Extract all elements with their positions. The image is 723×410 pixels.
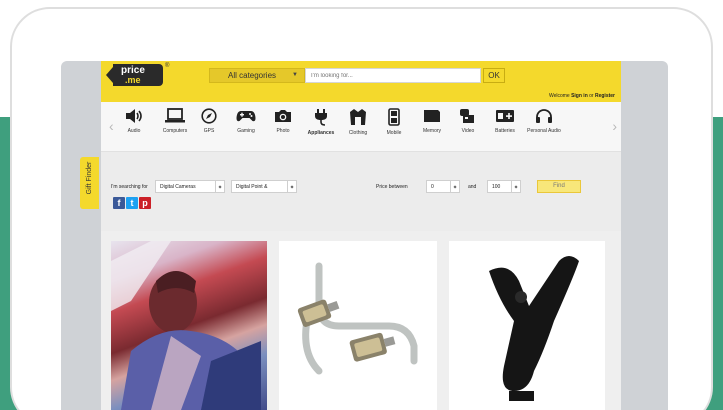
product-card-vga-cable[interactable] xyxy=(279,241,437,410)
battery-charger-icon xyxy=(496,110,514,122)
search-input[interactable] xyxy=(305,68,481,83)
product-card-microphone-mount[interactable] xyxy=(449,241,605,410)
searching-for-label: I'm searching for xyxy=(111,184,148,190)
and-label: and xyxy=(468,184,477,190)
camera-icon xyxy=(275,110,291,122)
category-label: Appliances xyxy=(307,130,335,136)
twitter-icon[interactable]: t xyxy=(126,197,138,209)
welcome-bar: Welcome Sign in or Register xyxy=(549,93,615,99)
priceme-page: price .me ® All categories ▼ OK Welcome … xyxy=(80,61,621,410)
logo-text-me: .me xyxy=(125,75,141,85)
chevron-right-icon[interactable]: › xyxy=(612,118,617,134)
vga-cable-image xyxy=(297,262,418,375)
category-audio[interactable]: Audio xyxy=(115,108,153,134)
header-subbar xyxy=(101,90,621,102)
category-label: GPS xyxy=(203,128,215,134)
category-label: Video xyxy=(461,128,475,134)
price-min-dropdown[interactable]: 0 ◆ xyxy=(426,180,460,193)
video-camera-icon xyxy=(460,109,474,123)
price-max-value: 100 xyxy=(492,184,501,190)
mobile-phone-icon xyxy=(388,108,400,126)
welcome-text: Welcome xyxy=(548,93,570,99)
category-dropdown-value: Digital Cameras xyxy=(160,184,196,190)
sign-in-link[interactable]: Sign in xyxy=(571,93,588,99)
facebook-icon[interactable]: f xyxy=(113,197,125,209)
register-link[interactable]: Register xyxy=(595,93,615,99)
category-gaming[interactable]: Gaming xyxy=(227,108,265,134)
product-card-fashion-photo[interactable] xyxy=(111,241,267,410)
category-select-value: All categories xyxy=(228,71,277,80)
price-between-label: Price between xyxy=(376,184,408,190)
category-photo[interactable]: Photo xyxy=(264,108,302,134)
chevron-left-icon[interactable]: ‹ xyxy=(109,118,114,134)
category-clothing[interactable]: Clothing xyxy=(339,108,377,136)
chevron-down-icon: ▼ xyxy=(292,72,298,78)
speaker-icon xyxy=(126,109,142,123)
category-dropdown[interactable]: Digital Cameras ◆ xyxy=(155,180,225,193)
chevron-updown-icon: ◆ xyxy=(511,181,520,192)
jacket-icon xyxy=(350,109,366,125)
category-mobile[interactable]: Mobile xyxy=(375,108,413,136)
gamepad-icon xyxy=(236,111,256,122)
browser-screen: price .me ® All categories ▼ OK Welcome … xyxy=(61,61,668,410)
category-gps[interactable]: GPS xyxy=(190,108,228,134)
chevron-updown-icon: ◆ xyxy=(215,181,224,192)
category-select[interactable]: All categories ▼ xyxy=(209,68,305,83)
category-appliances[interactable]: Appliances xyxy=(302,108,340,136)
or-text: or xyxy=(589,93,594,99)
chevron-updown-icon: ◆ xyxy=(450,181,459,192)
search-ok-button[interactable]: OK xyxy=(483,68,505,83)
category-memory[interactable]: Memory xyxy=(413,108,451,134)
gift-finder-tab[interactable]: Gift Finder xyxy=(80,157,99,209)
category-label: Gaming xyxy=(237,128,255,134)
pinterest-icon[interactable]: p xyxy=(139,197,151,209)
category-video[interactable]: Video xyxy=(449,108,487,134)
gift-finder-label: Gift Finder xyxy=(86,161,93,195)
chevron-updown-icon: ◆ xyxy=(287,181,296,192)
category-label: Memory xyxy=(422,128,442,134)
category-label: Batteries xyxy=(495,128,515,134)
gift-finder-panel: Gift Finder I'm searching for Digital Ca… xyxy=(80,152,621,231)
category-label: Clothing xyxy=(348,130,368,136)
registered-mark: ® xyxy=(165,63,170,69)
plug-icon xyxy=(315,109,327,126)
headphones-icon xyxy=(536,109,552,123)
category-personal-audio[interactable]: Personal Audio xyxy=(525,108,563,134)
category-label: Computers xyxy=(162,128,188,134)
microphone-mount-image xyxy=(489,256,579,401)
subcategory-dropdown[interactable]: Digital Point & ◆ xyxy=(231,180,297,193)
laptop-icon xyxy=(165,108,185,123)
category-label: Audio xyxy=(127,128,141,134)
category-batteries[interactable]: Batteries xyxy=(486,108,524,134)
category-nav: ‹ Audio Computers GPS Gaming Photo Appli… xyxy=(101,102,621,152)
subcategory-dropdown-value: Digital Point & xyxy=(236,184,268,190)
category-label: Photo xyxy=(276,128,290,134)
fashion-photo-image xyxy=(111,241,261,410)
category-label: Mobile xyxy=(386,130,402,136)
top-bar: price .me ® All categories ▼ OK xyxy=(101,61,621,90)
priceme-logo[interactable]: price .me xyxy=(106,64,163,86)
find-button[interactable]: Find xyxy=(537,180,581,193)
category-label: Personal Audio xyxy=(527,128,561,134)
price-max-dropdown[interactable]: 100 ◆ xyxy=(487,180,521,193)
memory-card-icon xyxy=(424,110,440,122)
price-min-value: 0 xyxy=(431,184,434,190)
compass-icon xyxy=(201,108,217,124)
category-computers[interactable]: Computers xyxy=(156,108,194,134)
